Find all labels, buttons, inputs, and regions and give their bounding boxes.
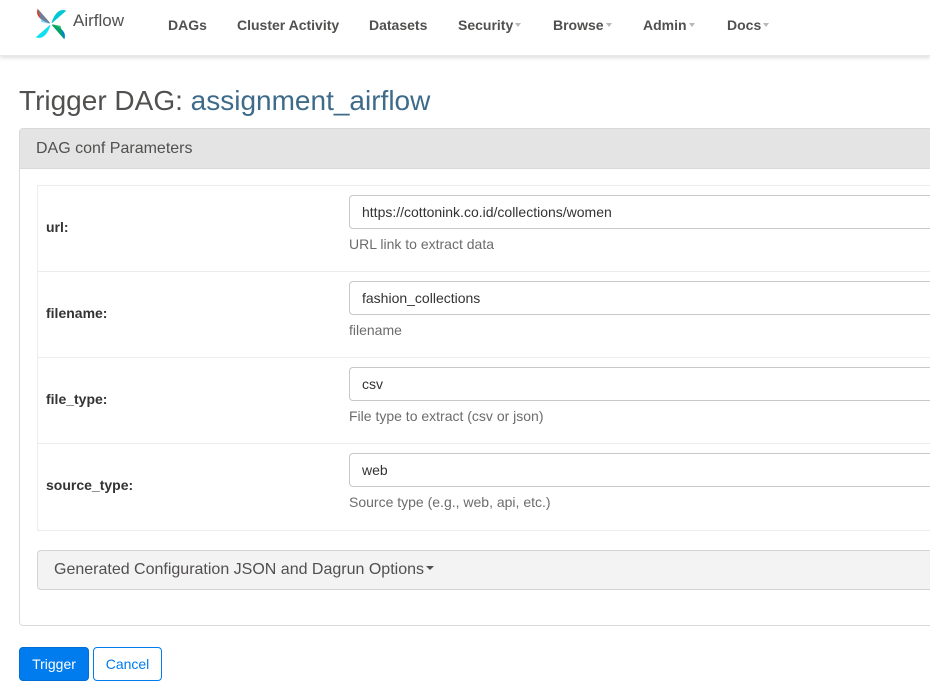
top-navbar: Airflow DAGs Cluster Activity Datasets S… — [0, 0, 930, 56]
page-title: Trigger DAG: assignment_airflow — [19, 85, 430, 117]
panel-heading: DAG conf Parameters — [20, 129, 930, 169]
nav-security-dropdown[interactable]: Security — [458, 17, 522, 33]
source-type-input[interactable] — [349, 453, 930, 487]
dag-id-link[interactable]: assignment_airflow — [191, 85, 431, 116]
param-description: Source type (e.g., web, api, etc.) — [349, 494, 551, 510]
filename-input[interactable] — [349, 281, 930, 315]
file-type-input[interactable] — [349, 367, 930, 401]
trigger-button[interactable]: Trigger — [19, 647, 89, 681]
nav-browse-dropdown[interactable]: Browse — [553, 17, 612, 33]
airflow-brand-link[interactable]: Airflow — [32, 4, 124, 44]
param-row-url: url: URL link to extract data — [38, 186, 930, 272]
generated-config-label: Generated Configuration JSON and Dagrun … — [54, 561, 424, 578]
nav-dags[interactable]: DAGs — [168, 17, 207, 33]
dag-conf-panel: DAG conf Parameters url: URL link to ext… — [19, 128, 930, 626]
param-label: source_type: — [46, 477, 134, 493]
chevron-down-icon — [763, 23, 770, 28]
url-input[interactable] — [349, 195, 930, 229]
params-table: url: URL link to extract data filename: … — [37, 185, 930, 531]
param-row-filename: filename: filename — [38, 272, 930, 358]
nav-datasets[interactable]: Datasets — [369, 17, 427, 33]
caret-down-icon — [426, 565, 434, 570]
param-label: url: — [46, 219, 69, 235]
param-description: URL link to extract data — [349, 236, 494, 252]
chevron-down-icon — [605, 23, 612, 28]
nav-admin-dropdown[interactable]: Admin — [643, 17, 695, 33]
airflow-pinwheel-icon — [35, 8, 67, 40]
generated-config-toggle[interactable]: Generated Configuration JSON and Dagrun … — [37, 550, 930, 590]
param-label: file_type: — [46, 391, 108, 407]
param-row-file-type: file_type: File type to extract (csv or … — [38, 358, 930, 444]
page-title-prefix: Trigger DAG: — [19, 85, 183, 116]
brand-text: Airflow — [73, 11, 125, 30]
cancel-button[interactable]: Cancel — [93, 647, 162, 681]
chevron-down-icon — [688, 23, 695, 28]
param-description: filename — [349, 322, 402, 338]
nav-docs-dropdown[interactable]: Docs — [727, 17, 770, 33]
chevron-down-icon — [515, 23, 522, 28]
param-description: File type to extract (csv or json) — [349, 408, 544, 424]
param-label: filename: — [46, 305, 108, 321]
nav-cluster-activity[interactable]: Cluster Activity — [237, 17, 339, 33]
param-row-source-type: source_type: Source type (e.g., web, api… — [38, 444, 930, 530]
